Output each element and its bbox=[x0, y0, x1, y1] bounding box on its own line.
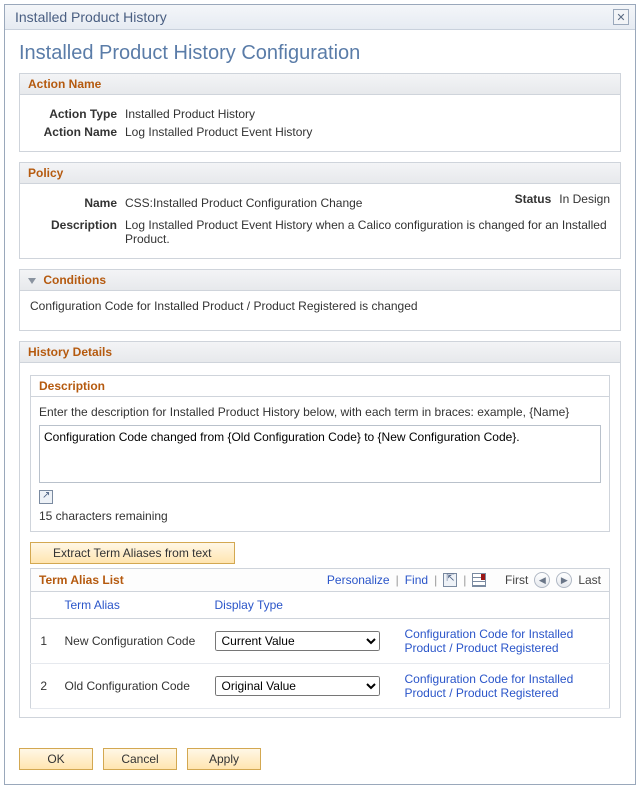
view-all-icon[interactable] bbox=[443, 573, 457, 587]
download-icon[interactable] bbox=[472, 573, 486, 587]
first-label: First bbox=[505, 573, 528, 587]
section-title-action: Action Name bbox=[28, 77, 101, 91]
description-header: Description bbox=[31, 376, 609, 397]
description-textarea[interactable] bbox=[39, 425, 601, 483]
policy-name-status-row: Name CSS:Installed Product Configuration… bbox=[30, 192, 610, 214]
pipe: | bbox=[463, 573, 466, 587]
personalize-link[interactable]: Personalize bbox=[327, 573, 390, 587]
label-policy-name: Name bbox=[30, 196, 125, 210]
term-link[interactable]: Configuration Code for Installed Product… bbox=[405, 672, 574, 700]
row-link-cell: Configuration Code for Installed Product… bbox=[397, 619, 610, 664]
pipe: | bbox=[396, 573, 399, 587]
button-row: OK Cancel Apply bbox=[5, 740, 635, 784]
last-label: Last bbox=[578, 573, 601, 587]
ok-button[interactable]: OK bbox=[19, 748, 93, 770]
section-title-policy: Policy bbox=[28, 166, 63, 180]
dialog-title: Installed Product History bbox=[15, 9, 167, 25]
chars-remaining: 15 characters remaining bbox=[39, 509, 601, 523]
display-type-select[interactable]: Original Value bbox=[215, 676, 380, 696]
section-header-conditions[interactable]: Conditions bbox=[19, 269, 621, 291]
col-display-type[interactable]: Display Type bbox=[207, 592, 397, 619]
term-alias-toolbar: Personalize | Find | | First ◀ ▶ Last bbox=[327, 572, 601, 588]
next-arrow-icon[interactable]: ▶ bbox=[556, 572, 572, 588]
field-policy-name: Name CSS:Installed Product Configuration… bbox=[30, 196, 515, 210]
section-header-policy: Policy bbox=[19, 162, 621, 184]
titlebar: Installed Product History ✕ bbox=[5, 5, 635, 30]
section-body-action: Action Type Installed Product History Ac… bbox=[19, 95, 621, 152]
textarea-footer bbox=[39, 490, 601, 507]
label-policy-desc: Description bbox=[30, 218, 125, 246]
term-link[interactable]: Configuration Code for Installed Product… bbox=[405, 627, 574, 655]
table-row: 1 New Configuration Code Current Value C… bbox=[31, 619, 610, 664]
apply-button[interactable]: Apply bbox=[187, 748, 261, 770]
description-body: Enter the description for Installed Prod… bbox=[31, 397, 609, 531]
table-row: 2 Old Configuration Code Original Value … bbox=[31, 664, 610, 709]
value-action-type: Installed Product History bbox=[125, 107, 610, 121]
row-alias: Old Configuration Code bbox=[57, 664, 207, 709]
dialog-window: Installed Product History ✕ Installed Pr… bbox=[4, 4, 636, 785]
chevron-down-icon bbox=[28, 278, 36, 284]
field-policy-status: Status In Design bbox=[515, 192, 610, 214]
section-header-action: Action Name bbox=[19, 73, 621, 95]
row-number: 1 bbox=[31, 619, 57, 664]
extract-term-aliases-button[interactable]: Extract Term Aliases from text bbox=[30, 542, 235, 564]
table-header-row: Term Alias Display Type bbox=[31, 592, 610, 619]
field-policy-desc: Description Log Installed Product Event … bbox=[30, 218, 610, 246]
value-action-name: Log Installed Product Event History bbox=[125, 125, 610, 139]
conditions-text: Configuration Code for Installed Product… bbox=[30, 299, 418, 313]
prev-arrow-icon[interactable]: ◀ bbox=[534, 572, 550, 588]
find-link[interactable]: Find bbox=[405, 573, 428, 587]
close-button[interactable]: ✕ bbox=[613, 9, 629, 25]
label-action-type: Action Type bbox=[30, 107, 125, 121]
field-action-type: Action Type Installed Product History bbox=[30, 107, 610, 121]
term-alias-table: Term Alias Display Type 1 New Configurat… bbox=[30, 592, 610, 709]
term-alias-header: Term Alias List Personalize | Find | | F… bbox=[30, 568, 610, 592]
zoom-icon[interactable] bbox=[39, 490, 53, 504]
label-action-name: Action Name bbox=[30, 125, 125, 139]
description-help: Enter the description for Installed Prod… bbox=[39, 405, 601, 419]
value-policy-status: In Design bbox=[559, 192, 610, 206]
label-policy-status: Status bbox=[515, 192, 560, 206]
value-policy-name: CSS:Installed Product Configuration Chan… bbox=[125, 196, 515, 210]
row-link-cell: Configuration Code for Installed Product… bbox=[397, 664, 610, 709]
row-number: 2 bbox=[31, 664, 57, 709]
display-type-select[interactable]: Current Value bbox=[215, 631, 380, 651]
section-title-history: History Details bbox=[28, 345, 112, 359]
cancel-button[interactable]: Cancel bbox=[103, 748, 177, 770]
section-body-conditions: Configuration Code for Installed Product… bbox=[19, 291, 621, 331]
row-alias: New Configuration Code bbox=[57, 619, 207, 664]
section-title-conditions: Conditions bbox=[43, 273, 106, 287]
pipe: | bbox=[434, 573, 437, 587]
col-num bbox=[31, 592, 57, 619]
col-link bbox=[397, 592, 610, 619]
value-policy-desc: Log Installed Product Event History when… bbox=[125, 218, 610, 246]
page-title: Installed Product History Configuration bbox=[19, 42, 621, 65]
col-term-alias[interactable]: Term Alias bbox=[57, 592, 207, 619]
section-header-history: History Details bbox=[19, 341, 621, 363]
row-display: Current Value bbox=[207, 619, 397, 664]
description-box: Description Enter the description for In… bbox=[30, 375, 610, 532]
section-body-history: Description Enter the description for In… bbox=[19, 363, 621, 718]
field-action-name: Action Name Log Installed Product Event … bbox=[30, 125, 610, 139]
section-body-policy: Name CSS:Installed Product Configuration… bbox=[19, 184, 621, 259]
term-alias-title: Term Alias List bbox=[39, 573, 124, 587]
row-display: Original Value bbox=[207, 664, 397, 709]
dialog-content: Installed Product History Configuration … bbox=[5, 30, 635, 740]
